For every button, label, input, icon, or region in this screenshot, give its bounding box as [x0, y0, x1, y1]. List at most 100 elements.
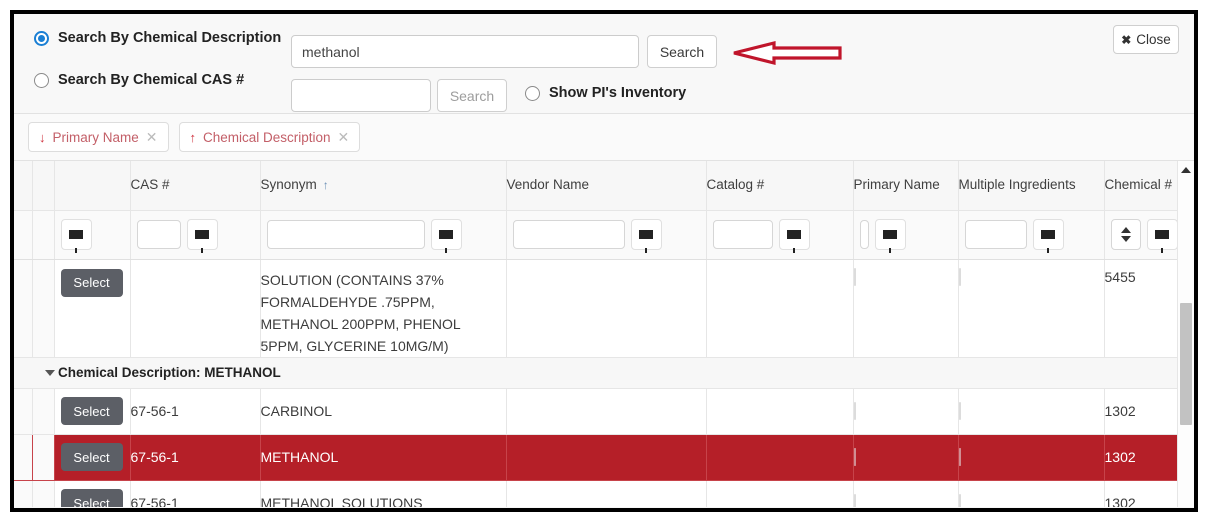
scroll-up-button[interactable]	[1178, 161, 1194, 178]
column-header-primary-name[interactable]: Primary Name	[853, 161, 958, 210]
select-button[interactable]: Select	[61, 269, 123, 297]
row-gutter	[14, 434, 32, 480]
cell-vendor-name	[506, 480, 706, 507]
funnel-icon	[639, 230, 653, 239]
filter-button-cas[interactable]	[187, 219, 218, 250]
filter-button-primary-name[interactable]	[875, 219, 906, 250]
funnel-icon	[69, 230, 83, 239]
show-pi-inventory-row[interactable]: Show PI's Inventory	[525, 85, 686, 101]
multiple-ingredients-checkbox[interactable]	[959, 494, 961, 507]
filter-cell-cas	[130, 210, 260, 259]
select-button[interactable]: Select	[61, 397, 123, 425]
table-row-selected[interactable]: Select 67-56-1 METHANOL 1302	[14, 434, 1194, 480]
grid-header-row: CAS # Synonym ↑ Vendor Name Catalog # Pri…	[14, 161, 1194, 210]
funnel-icon	[439, 230, 453, 239]
stepper-up-icon[interactable]	[1121, 227, 1131, 233]
group-header-row[interactable]: Chemical Description: METHANOL	[14, 357, 1194, 388]
filter-button-catalog[interactable]	[779, 219, 810, 250]
filter-cell-vendor-name	[506, 210, 706, 259]
row-gutter	[32, 434, 54, 480]
filter-input-synonym[interactable]	[267, 220, 425, 249]
filter-button-synonym[interactable]	[431, 219, 462, 250]
group-header-label: Chemical Description: METHANOL	[58, 365, 281, 380]
cell-multiple-ingredients	[958, 480, 1104, 507]
column-header-multiple-ingredients[interactable]: Multiple Ingredients	[958, 161, 1104, 210]
stepper-down-icon[interactable]	[1121, 236, 1131, 242]
primary-name-checkbox[interactable]	[854, 448, 856, 466]
row-gutter	[14, 480, 32, 507]
grid-header: CAS # Synonym ↑ Vendor Name Catalog # Pri…	[14, 161, 1194, 210]
primary-name-checkbox[interactable]	[854, 402, 856, 420]
radio-search-by-description[interactable]	[34, 31, 49, 46]
chemical-description-input[interactable]	[291, 35, 639, 68]
column-header-synonym[interactable]: Synonym ↑	[260, 161, 506, 210]
filter-cell-multiple-ingredients	[958, 210, 1104, 259]
scrollbar-thumb[interactable]	[1180, 303, 1192, 425]
sort-ascending-icon: ↑	[323, 178, 329, 192]
sort-chip-primary-name[interactable]: ↓ Primary Name ✕	[28, 122, 169, 152]
close-button-label: Close	[1136, 32, 1171, 47]
select-button[interactable]: Select	[61, 489, 123, 507]
table-row[interactable]: Select 67-56-1 CARBINOL 1302	[14, 388, 1194, 434]
radio-search-by-cas[interactable]	[34, 73, 49, 88]
funnel-icon	[883, 230, 897, 239]
table-row[interactable]: Select SOLUTION (CONTAINS 37% FORMALDEHY…	[14, 259, 1194, 357]
funnel-icon	[1155, 230, 1169, 239]
primary-name-checkbox[interactable]	[854, 268, 856, 286]
cell-primary-name	[853, 434, 958, 480]
cell-catalog	[706, 259, 853, 357]
column-header-vendor-name[interactable]: Vendor Name	[506, 161, 706, 210]
column-header-spacer-1	[14, 161, 32, 210]
group-header-cell[interactable]: Chemical Description: METHANOL	[14, 357, 1194, 388]
filter-input-catalog[interactable]	[713, 220, 773, 249]
remove-chip-icon[interactable]: ✕	[146, 129, 158, 146]
filter-button-multiple-ingredients[interactable]	[1033, 219, 1064, 250]
search-description-button[interactable]: Search	[647, 35, 717, 68]
row-select-cell: Select	[54, 388, 130, 434]
cell-catalog	[706, 480, 853, 507]
sort-chip-chemical-description[interactable]: ↑ Chemical Description ✕	[179, 122, 361, 152]
remove-chip-icon[interactable]: ✕	[338, 129, 350, 146]
filter-button-select[interactable]	[61, 219, 92, 250]
grid-filter-row	[14, 210, 1194, 259]
row-gutter	[32, 480, 54, 507]
select-button[interactable]: Select	[61, 443, 123, 471]
filter-button-chemical-number[interactable]	[1147, 219, 1178, 250]
primary-name-checkbox[interactable]	[854, 494, 856, 507]
search-by-cas-row[interactable]: Search By Chemical CAS #	[34, 72, 244, 88]
row-select-cell: Select	[54, 434, 130, 480]
cell-primary-name	[853, 480, 958, 507]
filter-button-vendor-name[interactable]	[631, 219, 662, 250]
scroll-up-arrow-icon	[1181, 167, 1191, 173]
cell-synonym: SOLUTION (CONTAINS 37% FORMALDEHYDE .75P…	[260, 259, 506, 357]
multiple-ingredients-checkbox[interactable]	[959, 402, 961, 420]
column-header-catalog[interactable]: Catalog #	[706, 161, 853, 210]
multiple-ingredients-checkbox[interactable]	[959, 448, 961, 466]
filter-input-cas[interactable]	[137, 220, 181, 249]
filter-input-primary-name[interactable]	[860, 220, 869, 249]
filter-spacer-1	[14, 210, 32, 259]
filter-input-vendor-name[interactable]	[513, 220, 625, 249]
filter-input-multiple-ingredients[interactable]	[965, 220, 1027, 249]
radio-show-pi-inventory[interactable]	[525, 86, 540, 101]
filter-cell-catalog	[706, 210, 853, 259]
sort-chip-label: Primary Name	[53, 130, 139, 145]
group-collapse-icon[interactable]	[45, 370, 55, 376]
chemical-cas-input[interactable]	[291, 79, 431, 112]
show-pi-inventory-label: Show PI's Inventory	[549, 85, 686, 101]
filter-stepper-chemical-number[interactable]	[1111, 219, 1141, 250]
search-by-description-row[interactable]: Search By Chemical Description	[34, 30, 281, 46]
dialog-frame: Search By Chemical Description Search By…	[10, 10, 1198, 512]
column-header-synonym-label: Synonym	[261, 177, 317, 192]
multiple-ingredients-checkbox[interactable]	[959, 268, 961, 286]
column-header-cas[interactable]: CAS #	[130, 161, 260, 210]
close-button[interactable]: ✖ Close	[1113, 25, 1179, 54]
row-select-cell: Select	[54, 259, 130, 357]
vertical-scrollbar[interactable]	[1177, 161, 1194, 507]
cell-vendor-name	[506, 388, 706, 434]
search-cas-button[interactable]: Search	[437, 79, 507, 112]
cell-cas: 67-56-1	[130, 434, 260, 480]
results-grid: CAS # Synonym ↑ Vendor Name Catalog # Pri…	[14, 161, 1194, 507]
cell-catalog	[706, 388, 853, 434]
table-row[interactable]: Select 67-56-1 METHANOL SOLUTIONS 1302	[14, 480, 1194, 507]
